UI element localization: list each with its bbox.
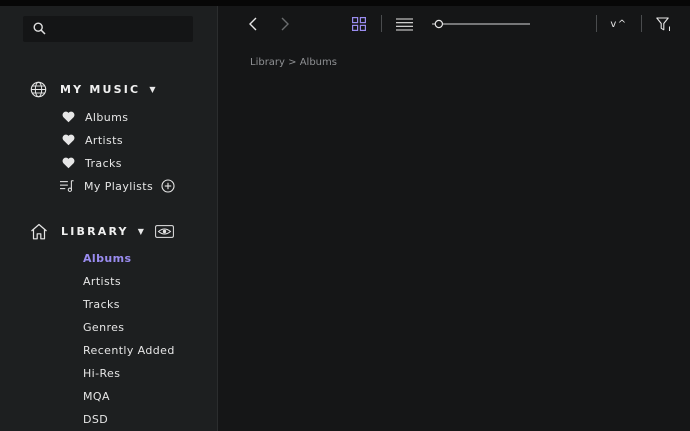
- zoom-slider-thumb: [434, 19, 444, 29]
- caret-down-icon[interactable]: ▼: [149, 85, 155, 94]
- heart-icon: [61, 111, 75, 123]
- my-music-item-albums[interactable]: Albums: [61, 107, 128, 127]
- my-music-item-playlists[interactable]: My Playlists: [60, 176, 175, 196]
- playlist-icon: [60, 179, 74, 193]
- library-item-genres[interactable]: Genres: [83, 319, 124, 337]
- library-item-artists[interactable]: Artists: [83, 273, 121, 291]
- chevron-left-icon: [249, 17, 257, 31]
- search-icon: [33, 22, 46, 35]
- eye-icon[interactable]: [154, 224, 174, 238]
- sidebar: MY MUSIC ▼ Albums Artists Tracks My Play…: [0, 6, 218, 431]
- my-music-header[interactable]: MY MUSIC ▼: [30, 78, 155, 100]
- filter-icon: [656, 16, 670, 31]
- search-input[interactable]: [53, 19, 191, 41]
- my-music-item-tracks[interactable]: Tracks: [61, 153, 122, 173]
- my-music-item-artists[interactable]: Artists: [61, 130, 123, 150]
- toolbar-divider: [641, 15, 642, 32]
- toolbar-divider: [381, 15, 382, 32]
- grid-view-button[interactable]: [351, 16, 367, 32]
- my-music-item-label: Artists: [85, 133, 123, 147]
- home-icon: [31, 223, 47, 239]
- list-view-button[interactable]: [395, 16, 414, 32]
- library-item-albums[interactable]: Albums: [83, 250, 131, 268]
- library-item-mqa[interactable]: MQA: [83, 388, 110, 406]
- my-music-item-label: Albums: [85, 110, 129, 124]
- library-item-hi-res[interactable]: Hi-Res: [83, 365, 120, 383]
- main-content: v^ Library > Albums: [219, 6, 690, 431]
- forward-button[interactable]: [277, 15, 293, 33]
- toolbar-divider: [596, 15, 597, 32]
- list-icon: [396, 17, 413, 31]
- breadcrumb: Library > Albums: [250, 57, 337, 68]
- sort-button[interactable]: v^: [607, 16, 631, 32]
- library-item-dsd[interactable]: DSD: [83, 411, 108, 429]
- library-header[interactable]: LIBRARY ▼: [30, 220, 174, 242]
- heart-icon: [61, 134, 75, 146]
- library-title: LIBRARY: [61, 224, 129, 238]
- toolbar: v^: [219, 6, 690, 42]
- library-item-tracks[interactable]: Tracks: [83, 296, 120, 314]
- zoom-slider[interactable]: [431, 17, 531, 31]
- back-button[interactable]: [245, 15, 261, 33]
- caret-down-icon[interactable]: ▼: [138, 227, 144, 236]
- add-playlist-icon[interactable]: [161, 179, 175, 193]
- globe-icon: [30, 81, 47, 97]
- library-item-recently-added[interactable]: Recently Added: [83, 342, 175, 360]
- filter-button[interactable]: [655, 16, 673, 32]
- my-music-item-label: My Playlists: [84, 179, 154, 193]
- my-music-item-label: Tracks: [85, 156, 122, 170]
- heart-icon: [61, 157, 75, 169]
- grid-icon: [352, 17, 366, 31]
- chevron-right-icon: [281, 17, 289, 31]
- my-music-title: MY MUSIC: [60, 82, 141, 96]
- search-box[interactable]: [23, 16, 193, 42]
